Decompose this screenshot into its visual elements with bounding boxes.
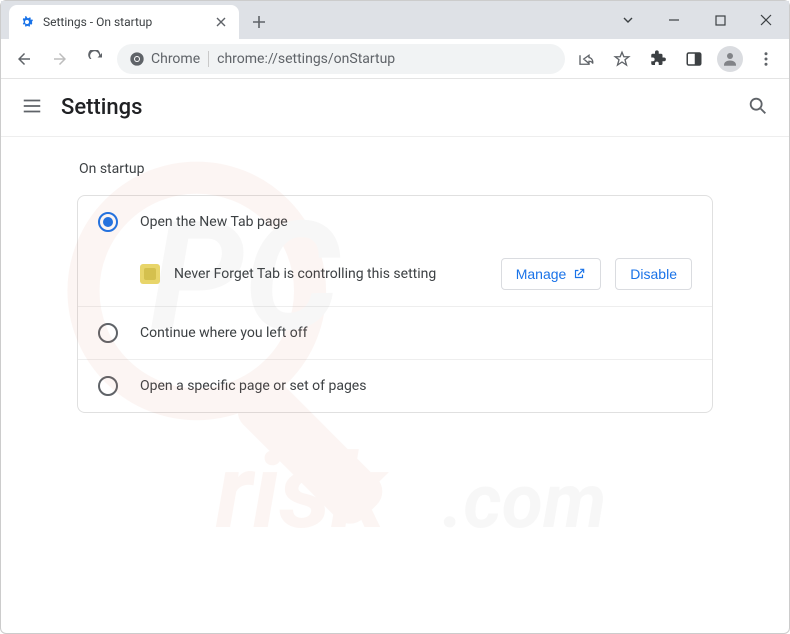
- browser-toolbar: Chrome chrome://settings/onStartup: [1, 39, 789, 79]
- settings-header: Settings: [1, 79, 789, 137]
- search-icon[interactable]: [747, 95, 769, 121]
- secure-label: Chrome: [151, 51, 200, 67]
- avatar-icon: [717, 46, 743, 72]
- share-icon[interactable]: [571, 44, 601, 74]
- close-icon[interactable]: [213, 14, 229, 30]
- disable-button[interactable]: Disable: [615, 258, 692, 290]
- new-tab-button[interactable]: [245, 8, 273, 36]
- radio-selected-icon[interactable]: [98, 212, 118, 232]
- page-title: Settings: [61, 95, 142, 120]
- bookmark-icon[interactable]: [607, 44, 637, 74]
- radio-label: Open a specific page or set of pages: [140, 378, 366, 394]
- profile-button[interactable]: [715, 44, 745, 74]
- menu-button[interactable]: [751, 44, 781, 74]
- controlled-text: Never Forget Tab is controlling this set…: [174, 266, 487, 282]
- controlled-by-extension: Never Forget Tab is controlling this set…: [78, 248, 712, 306]
- settings-content: On startup Open the New Tab page Never F…: [1, 137, 789, 437]
- radio-icon[interactable]: [98, 376, 118, 396]
- svg-text:.com: .com: [442, 458, 606, 546]
- divider: [208, 51, 209, 67]
- gear-icon: [19, 14, 35, 30]
- minimize-button[interactable]: [651, 5, 697, 35]
- browser-tab[interactable]: Settings - On startup: [9, 5, 239, 39]
- option-continue[interactable]: Continue where you left off: [78, 307, 712, 359]
- reload-button[interactable]: [81, 44, 111, 74]
- disable-label: Disable: [630, 266, 677, 282]
- manage-label: Manage: [516, 266, 567, 282]
- address-bar[interactable]: Chrome chrome://settings/onStartup: [117, 44, 565, 74]
- startup-card: Open the New Tab page Never Forget Tab i…: [77, 195, 713, 413]
- extension-icon: [140, 264, 160, 284]
- radio-label: Open the New Tab page: [140, 214, 288, 230]
- close-button[interactable]: [743, 5, 789, 35]
- svg-text:risk: risk: [216, 432, 390, 553]
- back-button[interactable]: [9, 44, 39, 74]
- tab-title: Settings - On startup: [43, 15, 205, 29]
- section-title: On startup: [79, 161, 713, 177]
- hamburger-icon[interactable]: [21, 95, 43, 121]
- site-info[interactable]: Chrome: [129, 51, 200, 67]
- extensions-icon[interactable]: [643, 44, 673, 74]
- option-open-new-tab[interactable]: Open the New Tab page: [78, 196, 712, 248]
- radio-icon[interactable]: [98, 323, 118, 343]
- maximize-button[interactable]: [697, 5, 743, 35]
- chevron-down-icon[interactable]: [605, 5, 651, 35]
- radio-label: Continue where you left off: [140, 325, 308, 341]
- open-external-icon: [572, 267, 586, 281]
- window-controls: [605, 1, 789, 39]
- url-text: chrome://settings/onStartup: [217, 51, 395, 67]
- forward-button: [45, 44, 75, 74]
- manage-button[interactable]: Manage: [501, 258, 602, 290]
- option-specific-pages[interactable]: Open a specific page or set of pages: [78, 360, 712, 412]
- sidepanel-icon[interactable]: [679, 44, 709, 74]
- chrome-icon: [129, 51, 145, 67]
- window-titlebar: Settings - On startup: [1, 1, 789, 39]
